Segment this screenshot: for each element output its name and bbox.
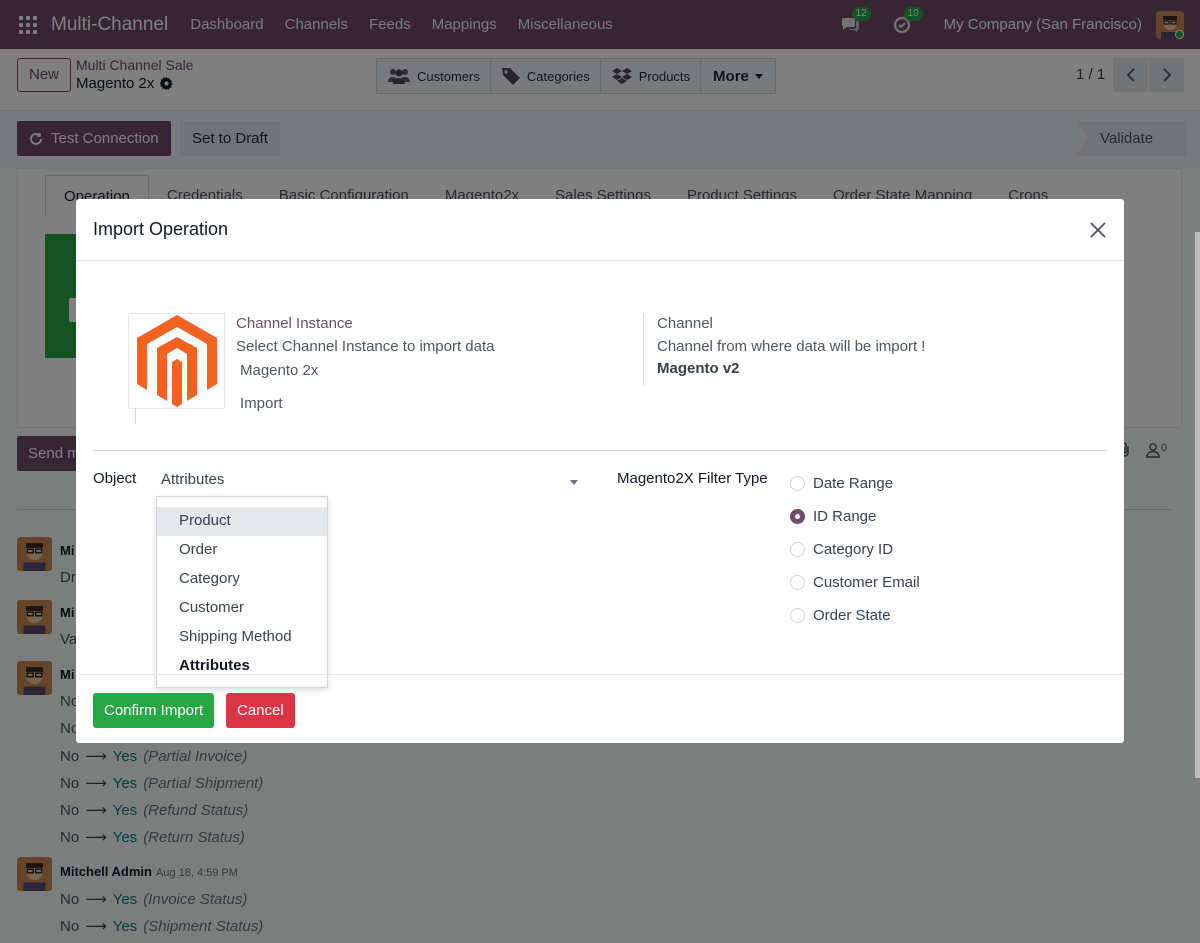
filter-option-order-state[interactable]: Order State — [790, 599, 920, 632]
object-select[interactable]: Attributes — [160, 468, 580, 496]
object-label: Object — [93, 470, 137, 487]
filter-option-label: Customer Email — [813, 574, 920, 591]
dialog-title: Import Operation — [93, 219, 229, 239]
filter-option-label: Order State — [813, 607, 891, 624]
channel-instance-label: Channel Instance — [236, 315, 353, 332]
object-dropdown-list: Product Order Category Customer Shipping… — [156, 496, 328, 688]
channel-help: Channel from where data will be import ! — [657, 338, 926, 355]
filter-option-label: ID Range — [813, 508, 877, 525]
section-divider — [93, 450, 1107, 451]
filter-type-radio-group: Date Range ID Range Category ID Customer… — [790, 467, 920, 632]
radio-button[interactable] — [790, 476, 805, 491]
cancel-button[interactable]: Cancel — [226, 693, 295, 728]
filter-option-date-range[interactable]: Date Range — [790, 467, 920, 500]
channel-instance-help: Select Channel Instance to import data — [236, 338, 495, 355]
page-scrollbar[interactable] — [1195, 232, 1200, 778]
close-icon[interactable] — [1088, 220, 1108, 240]
object-option-category[interactable]: Category — [157, 565, 327, 594]
radio-button[interactable] — [790, 542, 805, 557]
channel-value: Magento v2 — [657, 360, 740, 377]
radio-button-checked[interactable] — [790, 509, 805, 524]
dialog-footer: Confirm Import Cancel — [76, 674, 1124, 743]
channel-divider — [643, 313, 644, 385]
operation-value: Import — [240, 395, 283, 412]
object-option-product[interactable]: Product — [157, 507, 327, 536]
channel-label: Channel — [657, 315, 713, 332]
channel-instance-value[interactable]: Magento 2x — [240, 362, 318, 379]
object-option-shipping-method[interactable]: Shipping Method — [157, 623, 327, 652]
filter-option-customer-email[interactable]: Customer Email — [790, 566, 920, 599]
filter-type-label: Magento2X Filter Type — [617, 470, 768, 487]
caret-down-icon — [570, 480, 578, 485]
object-select-value: Attributes — [161, 471, 225, 488]
object-option-customer[interactable]: Customer — [157, 594, 327, 623]
filter-option-label: Category ID — [813, 541, 894, 558]
magento-logo — [128, 313, 225, 409]
filter-option-label: Date Range — [813, 475, 894, 492]
dialog-header: Import Operation — [76, 199, 1124, 261]
confirm-import-button[interactable]: Confirm Import — [93, 693, 215, 728]
radio-button[interactable] — [790, 575, 805, 590]
filter-option-category-id[interactable]: Category ID — [790, 533, 920, 566]
object-option-order[interactable]: Order — [157, 536, 327, 565]
import-operation-dialog: Import Operation Channel Instance Select… — [76, 199, 1124, 743]
filter-option-id-range[interactable]: ID Range — [790, 500, 920, 533]
logo-divider — [135, 408, 136, 424]
radio-button[interactable] — [790, 608, 805, 623]
